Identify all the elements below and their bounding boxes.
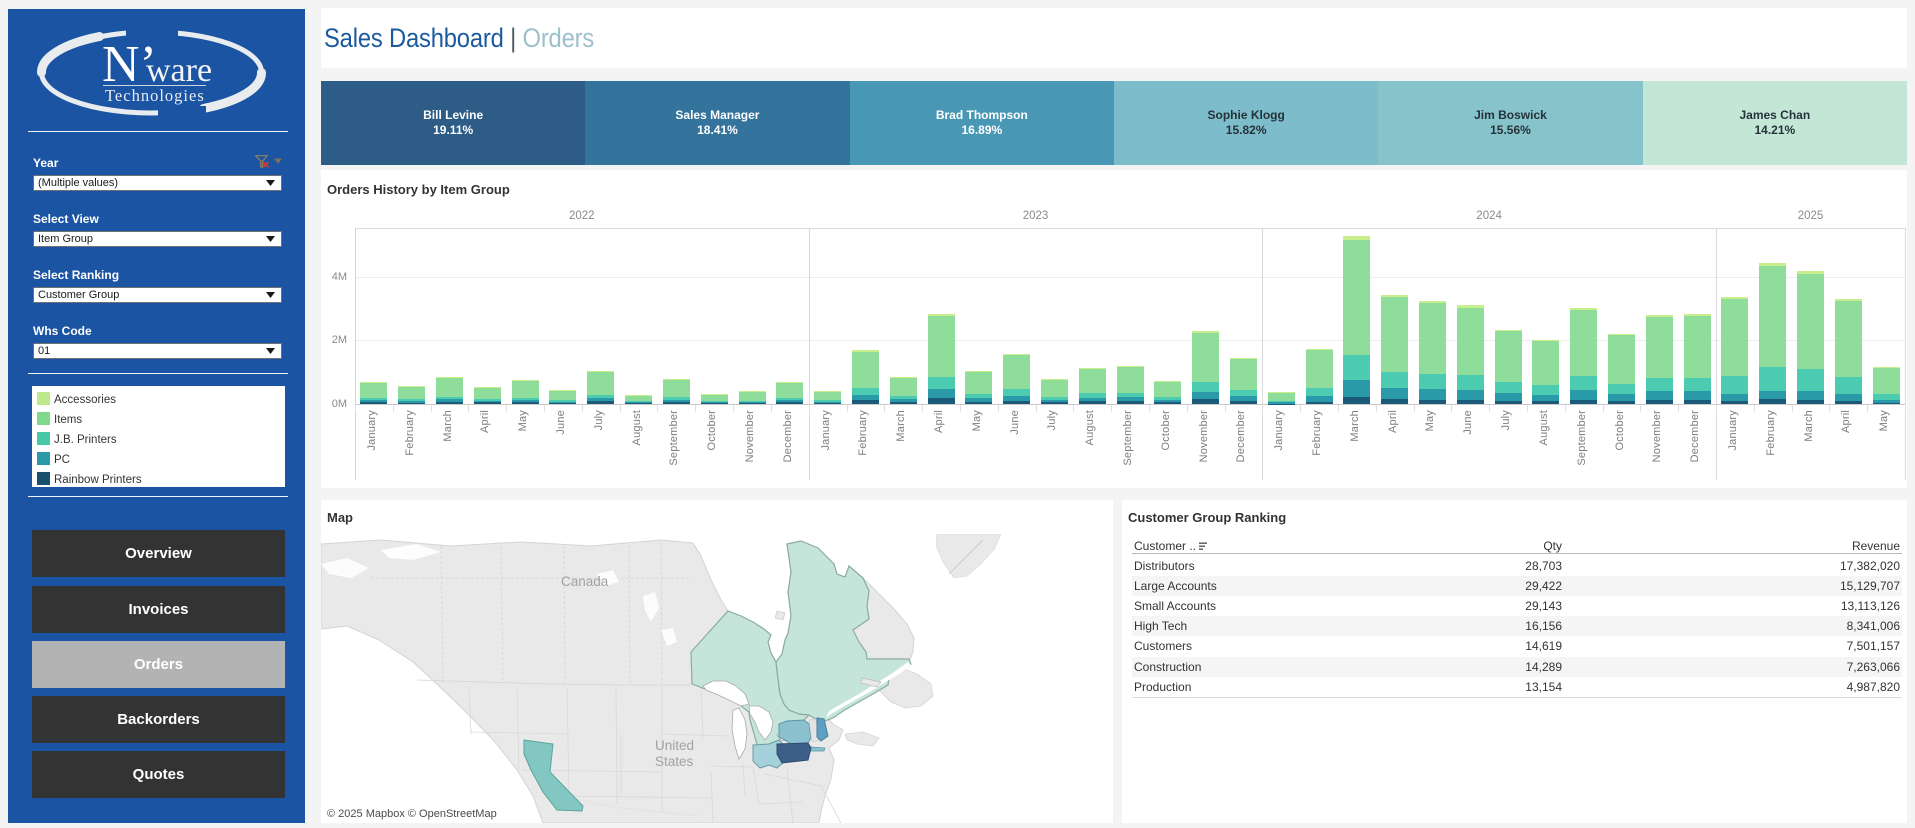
svg-text:Technologies: Technologies xyxy=(105,86,205,105)
svg-text:ware: ware xyxy=(146,52,212,89)
svg-text:States: States xyxy=(655,754,694,769)
svg-text:© 2025 Mapbox © OpenStreetMap: © 2025 Mapbox © OpenStreetMap xyxy=(327,808,497,820)
svg-text:Canada: Canada xyxy=(561,574,609,589)
svg-text:United: United xyxy=(655,738,694,753)
